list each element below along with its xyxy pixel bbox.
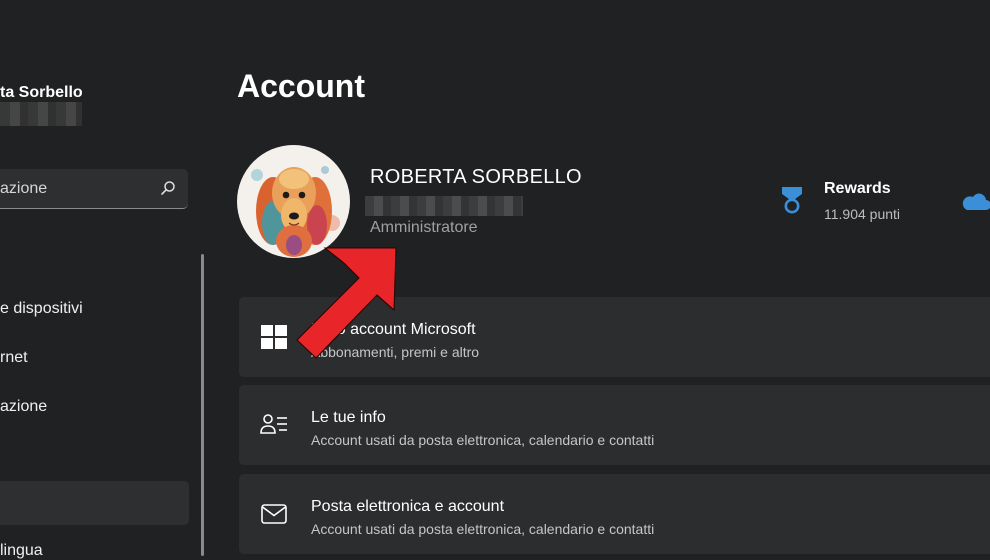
card-subtitle: Account usati da posta elettronica, cale…	[311, 432, 655, 448]
sidebar-user-name: ta Sorbello	[0, 84, 83, 101]
user-info-icon	[260, 414, 287, 434]
avatar-dog-image	[237, 145, 350, 258]
mail-icon	[261, 504, 287, 524]
avatar[interactable]	[237, 145, 350, 258]
card-subtitle: Abbonamenti, premi e altro	[311, 344, 480, 360]
profile-name: ROBERTA SORBELLO	[370, 166, 582, 188]
sidebar-item-devices[interactable]: e dispositivi	[0, 300, 83, 318]
profile-email-redacted	[365, 196, 523, 216]
sidebar-item-personalization[interactable]: azione	[0, 398, 47, 416]
onedrive-cloud-icon[interactable]	[960, 193, 990, 211]
rewards-medal-icon[interactable]	[779, 185, 805, 215]
sidebar-item-network[interactable]: rnet	[0, 349, 28, 367]
settings-search[interactable]	[0, 169, 188, 209]
windows-logo-icon	[261, 325, 287, 349]
sidebar-user-email-redacted	[0, 102, 82, 126]
sidebar-item-accounts-selected[interactable]	[0, 481, 189, 525]
search-icon[interactable]	[160, 180, 176, 196]
page-title: Account	[237, 68, 365, 104]
rewards-title[interactable]: Rewards	[824, 180, 891, 198]
card-microsoft-account[interactable]: Il tuo account Microsoft Abbonamenti, pr…	[239, 297, 990, 377]
card-email-accounts[interactable]: Posta elettronica e account Account usat…	[239, 474, 990, 554]
card-title: Posta elettronica e account	[311, 498, 505, 515]
sidebar: ta Sorbello e dispositivi rnet azione li…	[0, 0, 210, 559]
card-title: Il tuo account Microsoft	[311, 321, 476, 338]
profile-role: Amministratore	[370, 219, 478, 236]
card-title: Le tue info	[311, 409, 386, 426]
card-subtitle: Account usati da posta elettronica, cale…	[311, 521, 655, 537]
card-your-info[interactable]: Le tue info Account usati da posta elett…	[239, 385, 990, 465]
rewards-points: 11.904 punti	[824, 206, 901, 222]
search-input[interactable]	[0, 169, 152, 209]
sidebar-scrollbar[interactable]	[201, 254, 204, 556]
sidebar-item-language[interactable]: lingua	[0, 542, 43, 560]
